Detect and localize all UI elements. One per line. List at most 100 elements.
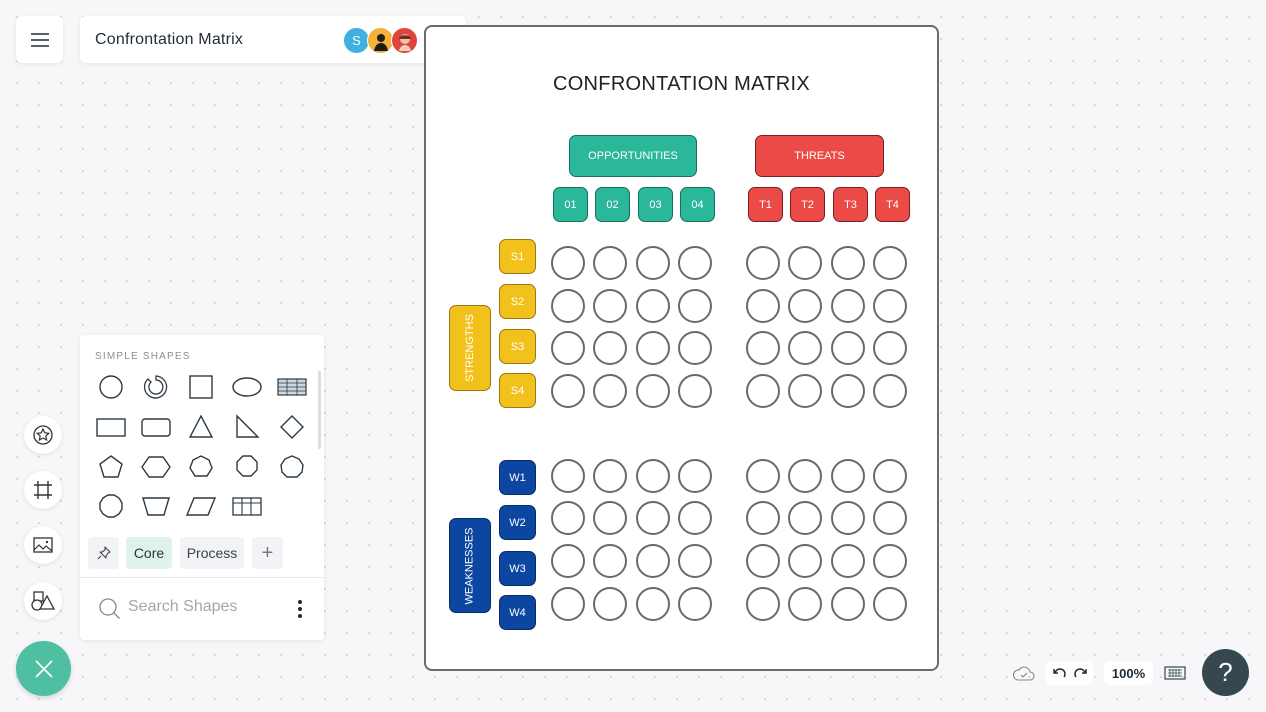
shape-table-grid[interactable] [232,491,262,521]
avatar[interactable] [391,27,418,54]
matrix-cell[interactable] [746,587,780,621]
matrix-cell[interactable] [678,331,712,365]
matrix-cell[interactable] [551,246,585,280]
matrix-cell[interactable] [636,587,670,621]
shape-right-triangle[interactable] [232,412,262,442]
matrix-cell[interactable] [551,289,585,323]
matrix-cell[interactable] [831,331,865,365]
matrix-cell[interactable] [678,587,712,621]
matrix-cell[interactable] [636,331,670,365]
matrix-cell[interactable] [678,544,712,578]
matrix-cell[interactable] [551,331,585,365]
shape-rounded-rectangle[interactable] [141,412,171,442]
matrix-cell[interactable] [551,544,585,578]
matrix-cell[interactable] [678,374,712,408]
matrix-cell[interactable] [593,289,627,323]
shape-table-striped[interactable] [277,372,307,402]
matrix-cell[interactable] [788,374,822,408]
shape-trapezoid[interactable] [141,491,171,521]
add-library-button[interactable]: + [252,537,283,569]
weakness-label[interactable]: W1 [499,460,536,495]
shape-square[interactable] [186,372,216,402]
frame-button[interactable] [24,471,62,509]
shape-decagon[interactable] [96,491,126,521]
matrix-cell[interactable] [593,501,627,535]
matrix-cell[interactable] [678,459,712,493]
matrix-cell[interactable] [788,331,822,365]
matrix-cell[interactable] [788,459,822,493]
matrix-cell[interactable] [873,331,907,365]
shape-octagon[interactable] [232,452,262,482]
redo-button[interactable] [1073,667,1088,679]
matrix-cell[interactable] [873,544,907,578]
matrix-cell[interactable] [551,587,585,621]
matrix-cell[interactable] [788,501,822,535]
strength-label[interactable]: S2 [499,284,536,319]
tab-process[interactable]: Process [180,537,244,569]
matrix-cell[interactable] [746,331,780,365]
shape-rectangle[interactable] [96,412,126,442]
matrix-cell[interactable] [636,289,670,323]
matrix-cell[interactable] [636,459,670,493]
matrix-cell[interactable] [636,501,670,535]
avatar[interactable]: S [343,27,370,54]
matrix-cell[interactable] [873,459,907,493]
weakness-label[interactable]: W4 [499,595,536,630]
matrix-cell[interactable] [788,246,822,280]
shape-circle[interactable] [96,372,126,402]
matrix-cell[interactable] [873,289,907,323]
shape-nonagon[interactable] [277,452,307,482]
matrix-cell[interactable] [593,374,627,408]
matrix-cell[interactable] [551,501,585,535]
matrix-cell[interactable] [873,246,907,280]
threat-label[interactable]: T4 [875,187,910,222]
tab-core[interactable]: Core [126,537,172,569]
strength-label[interactable]: S4 [499,373,536,408]
matrix-cell[interactable] [831,501,865,535]
matrix-cell[interactable] [678,501,712,535]
strengths-header[interactable]: STRENGTHS [449,305,491,391]
matrix-cell[interactable] [873,374,907,408]
shape-pentagon[interactable] [96,452,126,482]
weakness-label[interactable]: W2 [499,505,536,540]
matrix-cell[interactable] [636,374,670,408]
opportunity-label[interactable]: 03 [638,187,673,222]
shape-donut[interactable] [141,372,171,402]
document-title[interactable]: Confrontation Matrix [95,31,243,49]
matrix-cell[interactable] [593,331,627,365]
help-button[interactable]: ? [1202,649,1249,696]
weakness-label[interactable]: W3 [499,551,536,586]
matrix-cell[interactable] [831,246,865,280]
matrix-cell[interactable] [831,289,865,323]
shape-parallelogram[interactable] [186,491,216,521]
matrix-cell[interactable] [831,544,865,578]
matrix-cell[interactable] [746,459,780,493]
panel-scrollbar[interactable] [318,371,321,449]
keyboard-shortcuts-button[interactable] [1163,663,1187,683]
matrix-cell[interactable] [746,289,780,323]
pin-tab[interactable] [88,537,119,569]
matrix-cell[interactable] [593,246,627,280]
opportunity-label[interactable]: 02 [595,187,630,222]
matrix-title[interactable]: CONFRONTATION MATRIX [426,73,937,96]
matrix-cell[interactable] [873,587,907,621]
shape-heptagon[interactable] [186,452,216,482]
matrix-cell[interactable] [593,459,627,493]
matrix-cell[interactable] [788,587,822,621]
zoom-level[interactable]: 100% [1104,661,1153,685]
opportunity-label[interactable]: 04 [680,187,715,222]
shapes-button[interactable] [24,582,62,620]
threat-label[interactable]: T3 [833,187,868,222]
threats-header[interactable]: THREATS [755,135,884,177]
matrix-cell[interactable] [831,374,865,408]
matrix-cell[interactable] [746,501,780,535]
strength-label[interactable]: S1 [499,239,536,274]
matrix-cell[interactable] [551,374,585,408]
menu-button[interactable] [16,16,63,63]
stickers-button[interactable] [24,416,62,454]
image-button[interactable] [24,526,62,564]
opportunity-label[interactable]: 01 [553,187,588,222]
matrix-cell[interactable] [788,544,822,578]
threat-label[interactable]: T2 [790,187,825,222]
more-options-button[interactable] [292,597,308,621]
